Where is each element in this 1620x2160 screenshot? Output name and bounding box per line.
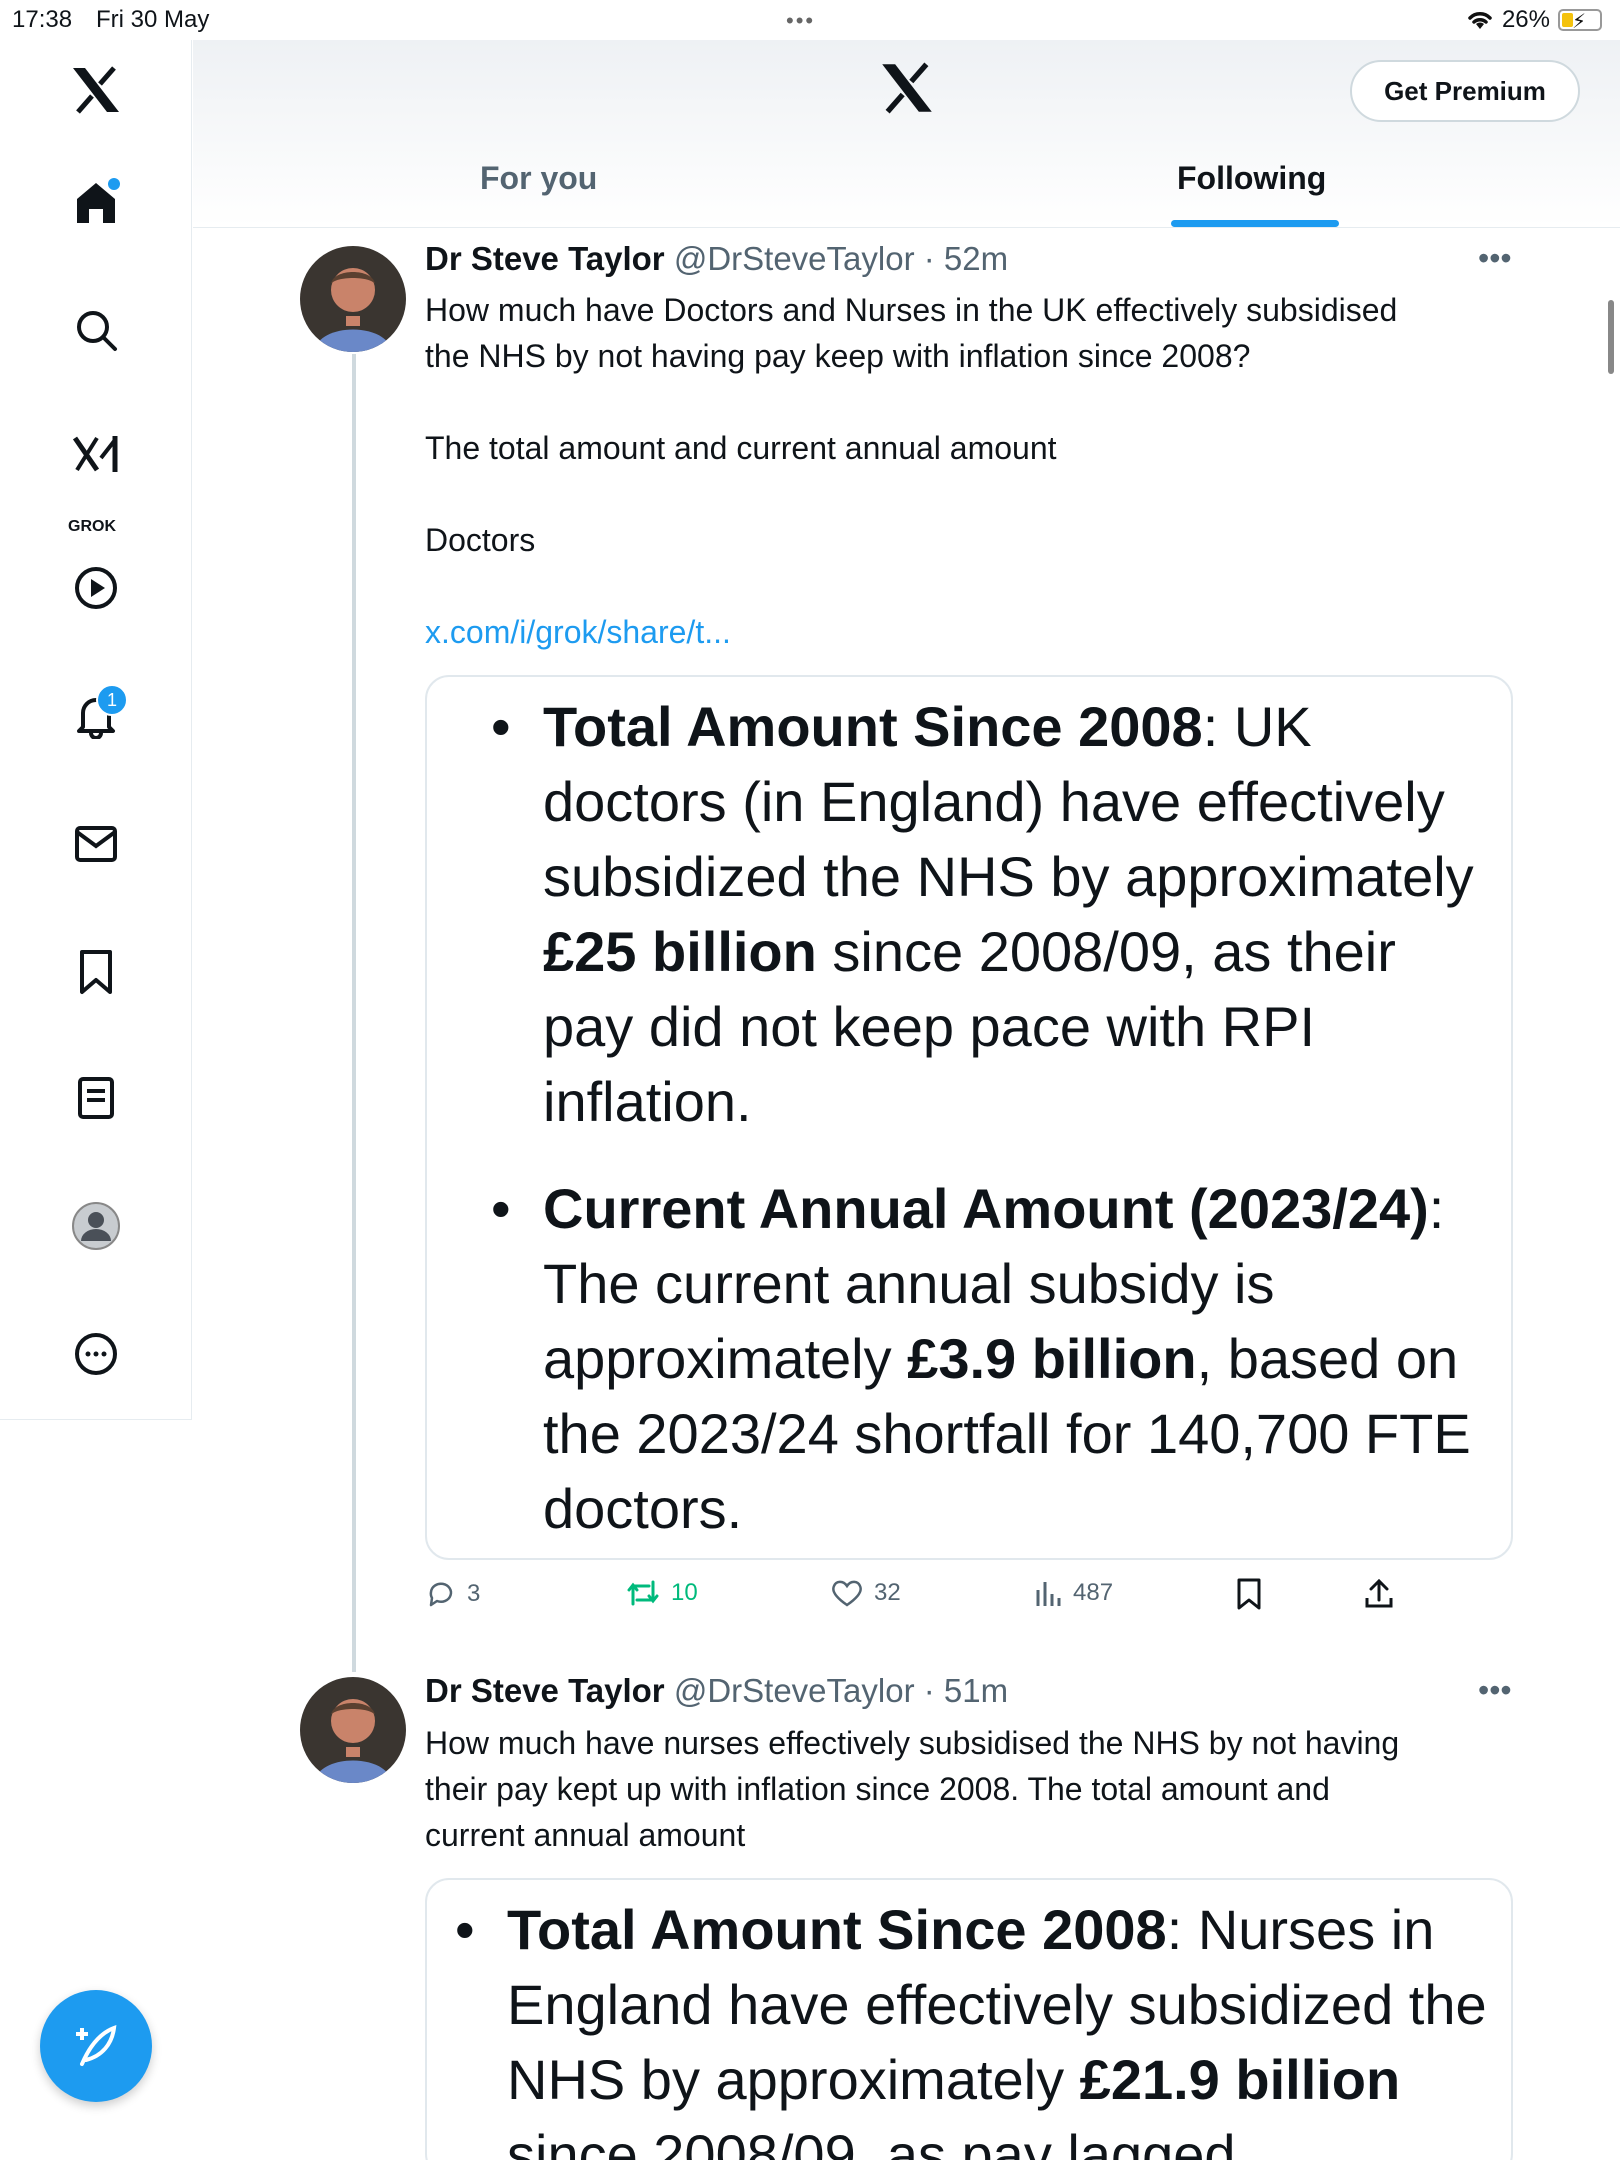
x-logo-icon[interactable] <box>60 54 132 126</box>
repost-button[interactable]: 10 <box>625 1578 698 1608</box>
scrollbar[interactable] <box>1608 300 1614 374</box>
notifications-bell-icon[interactable]: 1 <box>60 680 132 752</box>
status-bar: 17:38 Fri 30 May ••• 26% ⚡ <box>0 0 1620 40</box>
tweet-header: Dr Steve Taylor @DrSteveTaylor · 52m <box>425 240 1008 278</box>
avatar[interactable] <box>300 1677 406 1783</box>
sidebar-divider <box>0 1419 192 1420</box>
tweet-text-line: current annual amount <box>425 1817 746 1853</box>
status-right: 26% ⚡ <box>1466 6 1602 34</box>
wifi-icon <box>1468 12 1492 29</box>
reply-icon <box>429 1582 453 1607</box>
author-name[interactable]: Dr Steve Taylor <box>425 240 665 277</box>
tweet-body: How much have Doctors and Nurses in the … <box>425 287 1397 655</box>
tweet-more-icon[interactable]: ••• <box>1478 1672 1512 1709</box>
multitask-dots-icon[interactable]: ••• <box>786 8 815 34</box>
notifications-count-badge: 1 <box>96 684 128 716</box>
reply-count: 3 <box>467 1580 481 1607</box>
tweet-text-line: Doctors <box>425 522 536 558</box>
compose-feather-icon <box>76 2024 117 2066</box>
bookmarks-icon[interactable] <box>60 936 132 1008</box>
reply-button[interactable]: 3 <box>425 1578 480 1610</box>
battery-percent: 26% <box>1501 6 1550 33</box>
status-date: Fri 30 May <box>96 6 210 33</box>
image-card[interactable]: Total Amount Since 2008: UK doctors (in … <box>425 675 1513 1560</box>
grok-label: GROK <box>68 518 116 535</box>
tweet-body: How much have nurses effectively subsidi… <box>425 1720 1399 1858</box>
heart-icon <box>832 1580 862 1607</box>
tweet-text-line: the NHS by not having pay keep with infl… <box>425 338 1251 374</box>
tab-following[interactable]: Following <box>1177 160 1326 197</box>
share-icon <box>1365 1578 1393 1608</box>
image-card[interactable]: Total Amount Since 2008: Nurses in Engla… <box>425 1878 1513 2160</box>
sidebar: GROK 1 <box>0 40 192 1420</box>
author-handle[interactable]: @DrSteveTaylor <box>674 240 915 277</box>
tab-for-you[interactable]: For you <box>480 160 597 197</box>
tweet-time[interactable]: · 51m <box>924 1672 1008 1709</box>
bullet-title: Current Annual Amount (2023/24) <box>543 1177 1429 1240</box>
repost-icon <box>627 1580 659 1606</box>
profile-avatar-icon[interactable] <box>60 1190 132 1262</box>
home-icon[interactable] <box>60 166 132 238</box>
compose-post-button[interactable] <box>40 1990 152 2102</box>
messages-envelope-icon[interactable] <box>60 808 132 880</box>
x-logo-icon[interactable] <box>879 62 935 119</box>
battery-icon: ⚡ <box>1558 9 1602 33</box>
top-header: Get Premium For you Following <box>193 40 1620 228</box>
thread-line <box>352 354 356 1672</box>
lists-icon[interactable] <box>60 1062 132 1134</box>
bookmark-icon <box>1237 1578 1261 1610</box>
tweet-text-line: How much have nurses effectively subsidi… <box>425 1725 1400 1761</box>
bullet-title: Total Amount Since 2008 <box>543 695 1203 758</box>
tweet-text-line: How much have Doctors and Nurses in the … <box>425 292 1398 328</box>
tweet-text-line: their pay kept up with inflation since 2… <box>425 1771 1330 1807</box>
repost-count: 10 <box>671 1579 698 1606</box>
search-icon[interactable] <box>60 294 132 366</box>
like-count: 32 <box>874 1579 901 1606</box>
bookmark-button[interactable] <box>1235 1578 1263 1610</box>
author-handle[interactable]: @DrSteveTaylor <box>674 1672 915 1709</box>
bullet-title: Total Amount Since 2008 <box>507 1898 1167 1961</box>
views-button[interactable]: 487 <box>1033 1578 1113 1608</box>
tweet-actions: 3 10 32 487 <box>425 1578 1425 1622</box>
status-time: 17:38 <box>12 6 73 33</box>
tweet-header: Dr Steve Taylor @DrSteveTaylor · 51m <box>425 1672 1008 1710</box>
avatar[interactable] <box>300 246 406 352</box>
more-options-icon[interactable] <box>60 1318 132 1390</box>
like-button[interactable]: 32 <box>830 1578 901 1608</box>
share-button[interactable] <box>1363 1578 1395 1610</box>
grok-icon[interactable] <box>60 418 132 490</box>
grok-share-link[interactable]: x.com/i/grok/share/t... <box>425 609 1397 655</box>
bullet-amount: £25 billion <box>543 920 817 983</box>
tweet-time[interactable]: · 52m <box>924 240 1008 277</box>
author-name[interactable]: Dr Steve Taylor <box>425 1672 665 1709</box>
bullet-amount: £21.9 billion <box>1079 2048 1401 2111</box>
bullet-text: since 2008/09, as pay lagged <box>507 2123 1236 2160</box>
bullet-total: Total Amount Since 2008: UK doctors (in … <box>491 689 1481 1139</box>
tweet-more-icon[interactable]: ••• <box>1478 240 1512 277</box>
bullet-total: Total Amount Since 2008: Nurses in Engla… <box>455 1892 1491 2160</box>
active-tab-indicator <box>1171 220 1339 227</box>
bullet-amount: £3.9 billion <box>907 1327 1197 1390</box>
tweet-text-line: The total amount and current annual amou… <box>425 430 1057 466</box>
views-bar-icon <box>1036 1582 1061 1606</box>
get-premium-button[interactable]: Get Premium <box>1350 60 1580 122</box>
bullet-annual: Current Annual Amount (2023/24): The cur… <box>491 1171 1481 1546</box>
video-play-icon[interactable] <box>60 552 132 624</box>
home-unread-dot <box>108 178 120 190</box>
views-count: 487 <box>1073 1579 1114 1606</box>
